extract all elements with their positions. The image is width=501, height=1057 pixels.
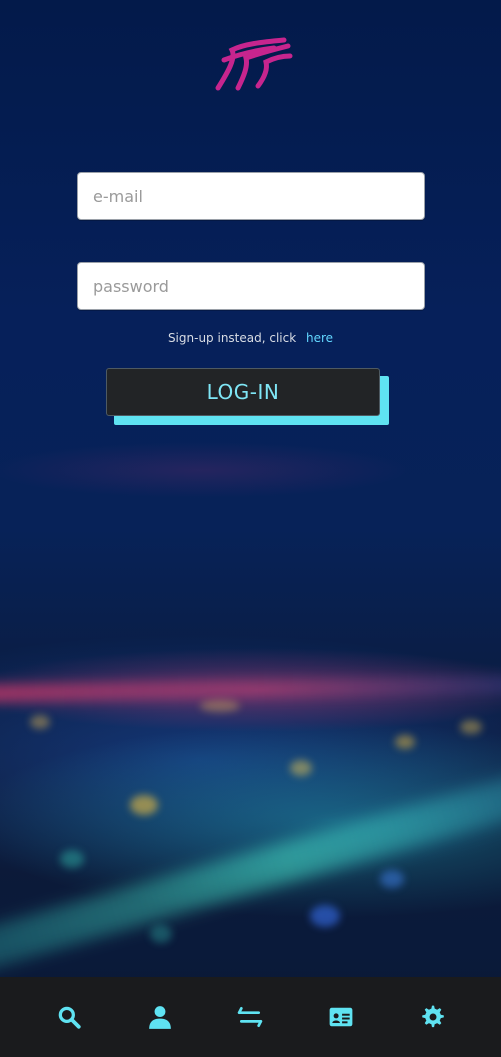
background-bokeh	[380, 870, 404, 888]
signup-link[interactable]: here	[306, 331, 333, 345]
email-field[interactable]	[77, 172, 425, 220]
password-field[interactable]	[77, 262, 425, 310]
bottom-navigation	[0, 977, 501, 1057]
wing-logo-icon	[215, 37, 293, 91]
nav-id-card[interactable]	[317, 993, 365, 1041]
background-bokeh	[290, 760, 312, 776]
nav-settings[interactable]	[408, 993, 456, 1041]
nav-search[interactable]	[45, 993, 93, 1041]
background-bokeh	[395, 735, 415, 749]
login-button-wrapper: LOG-IN	[106, 368, 389, 426]
signup-text: Sign-up instead, click	[167, 331, 297, 345]
background-light-streak	[0, 768, 501, 972]
transfer-arrows-icon	[238, 1006, 263, 1028]
background-light-streak	[0, 675, 501, 703]
id-card-icon	[329, 1007, 353, 1027]
login-button[interactable]: LOG-IN	[106, 368, 380, 416]
login-screen: Sign-up instead, click here LOG-IN	[0, 0, 501, 1057]
background-bokeh	[310, 905, 340, 927]
background-bokeh	[150, 925, 172, 943]
background-bokeh	[200, 700, 240, 712]
gear-icon	[421, 1005, 444, 1028]
background-bokeh	[130, 795, 158, 815]
search-icon	[59, 1006, 81, 1029]
background-bokeh	[60, 850, 84, 868]
nav-profile[interactable]	[136, 993, 184, 1041]
nav-transfer[interactable]	[226, 993, 274, 1041]
background-bokeh	[30, 715, 50, 729]
signup-prompt: Sign-up instead, click here	[0, 331, 501, 345]
background-bokeh	[460, 720, 482, 734]
user-icon	[149, 1006, 171, 1029]
